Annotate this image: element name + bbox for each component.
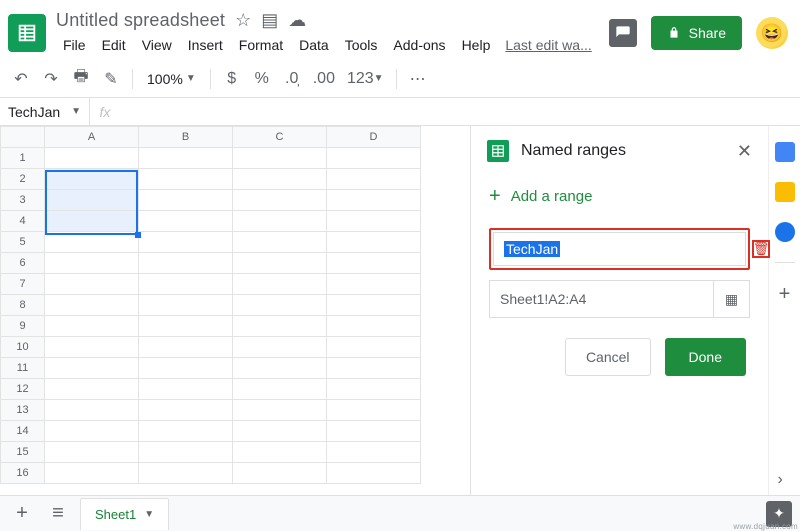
redo-icon[interactable]: ↷ — [38, 66, 64, 92]
paint-format-icon[interactable]: ✎ — [98, 66, 124, 92]
formula-bar: TechJan ▼ fx — [0, 98, 800, 126]
increase-decimal-icon[interactable]: .00 — [309, 66, 339, 92]
spreadsheet-grid[interactable]: A B C D 1 2 3 4 5 6 7 8 — [0, 126, 421, 484]
menu-bar: File Edit View Insert Format Data Tools … — [56, 33, 609, 57]
range-name-input[interactable]: TechJan — [493, 232, 746, 266]
menu-data[interactable]: Data — [292, 33, 336, 57]
row-header[interactable]: 9 — [1, 316, 45, 337]
more-toolbar-icon[interactable]: ⋯ — [405, 66, 431, 92]
menu-edit[interactable]: Edit — [95, 33, 133, 57]
row-header[interactable]: 14 — [1, 421, 45, 442]
explore-icon[interactable]: ✦ — [766, 501, 792, 527]
all-sheets-icon[interactable]: ≡ — [44, 500, 72, 528]
header: Untitled spreadsheet ☆ ▤ ☁ File Edit Vie… — [0, 0, 800, 60]
chevron-down-icon: ▼ — [71, 106, 81, 117]
move-icon[interactable]: ▤ — [261, 10, 278, 31]
row-header[interactable]: 12 — [1, 379, 45, 400]
col-header[interactable]: A — [45, 127, 139, 148]
add-range-button[interactable]: + Add a range — [471, 177, 768, 222]
row-header[interactable]: 6 — [1, 253, 45, 274]
select-data-range-icon[interactable]: ▦ — [713, 281, 749, 317]
zoom-dropdown[interactable]: 100%▼ — [141, 71, 202, 87]
row-header[interactable]: 4 — [1, 211, 45, 232]
selection-handle[interactable] — [135, 232, 141, 238]
get-addons-icon[interactable]: + — [779, 283, 791, 306]
percent-icon[interactable]: % — [249, 66, 275, 92]
row-header[interactable]: 8 — [1, 295, 45, 316]
col-header[interactable]: D — [327, 127, 421, 148]
number-format-dropdown[interactable]: 123 ▼ — [343, 66, 388, 92]
hide-rail-icon[interactable]: › — [778, 471, 792, 485]
sheet-tab[interactable]: Sheet1 ▼ — [80, 498, 169, 530]
account-avatar[interactable]: 😆 — [756, 17, 788, 49]
fx-icon: fx — [90, 104, 120, 120]
menu-file[interactable]: File — [56, 33, 93, 57]
row-header[interactable]: 15 — [1, 442, 45, 463]
row-header[interactable]: 16 — [1, 463, 45, 484]
cloud-status-icon[interactable]: ☁ — [288, 10, 306, 31]
undo-icon[interactable]: ↶ — [8, 66, 34, 92]
star-icon[interactable]: ☆ — [235, 10, 251, 31]
sheets-mini-icon — [487, 140, 509, 162]
add-sheet-icon[interactable]: + — [8, 500, 36, 528]
row-header[interactable]: 13 — [1, 400, 45, 421]
calendar-addon-icon[interactable] — [775, 142, 795, 162]
row-header[interactable]: 10 — [1, 337, 45, 358]
sheet-tab-bar: + ≡ Sheet1 ▼ ✦ — [0, 495, 800, 531]
menu-tools[interactable]: Tools — [338, 33, 385, 57]
last-edit-link[interactable]: Last edit wa... — [505, 37, 591, 53]
menu-insert[interactable]: Insert — [181, 33, 230, 57]
col-header[interactable]: C — [233, 127, 327, 148]
row-header[interactable]: 7 — [1, 274, 45, 295]
menu-view[interactable]: View — [135, 33, 179, 57]
name-box[interactable]: TechJan ▼ — [0, 98, 90, 125]
chevron-down-icon[interactable]: ▼ — [144, 509, 154, 520]
decrease-decimal-icon[interactable]: .0̩ — [279, 66, 305, 92]
plus-icon: + — [489, 185, 501, 208]
col-header[interactable]: B — [139, 127, 233, 148]
row-header[interactable]: 3 — [1, 190, 45, 211]
share-label: Share — [689, 25, 726, 41]
currency-icon[interactable]: $ — [219, 66, 245, 92]
print-icon[interactable]: 🖶 — [68, 66, 94, 92]
keep-addon-icon[interactable] — [775, 182, 795, 202]
named-ranges-panel: Named ranges ✕ + Add a range TechJan 🗑 ▦ — [470, 126, 768, 495]
row-header[interactable]: 1 — [1, 148, 45, 169]
row-header[interactable]: 5 — [1, 232, 45, 253]
doc-title[interactable]: Untitled spreadsheet — [56, 10, 225, 31]
menu-addons[interactable]: Add-ons — [386, 33, 452, 57]
range-ref-input[interactable] — [490, 281, 713, 317]
tasks-addon-icon[interactable] — [775, 222, 795, 242]
menu-help[interactable]: Help — [455, 33, 498, 57]
done-button[interactable]: Done — [665, 338, 746, 376]
select-all-corner[interactable] — [1, 127, 45, 148]
toolbar: ↶ ↷ 🖶 ✎ 100%▼ $ % .0̩ .00 123 ▼ ⋯ — [0, 60, 800, 98]
row-header[interactable]: 11 — [1, 358, 45, 379]
cancel-button[interactable]: Cancel — [565, 338, 651, 376]
delete-range-icon[interactable]: 🗑 — [752, 240, 770, 258]
comments-icon[interactable] — [609, 19, 637, 47]
close-icon[interactable]: ✕ — [737, 141, 752, 162]
share-button[interactable]: Share — [651, 16, 742, 50]
side-rail: + › — [768, 126, 800, 495]
panel-title: Named ranges — [521, 142, 725, 160]
row-header[interactable]: 2 — [1, 169, 45, 190]
menu-format[interactable]: Format — [232, 33, 290, 57]
sheets-logo-icon[interactable] — [8, 14, 46, 52]
